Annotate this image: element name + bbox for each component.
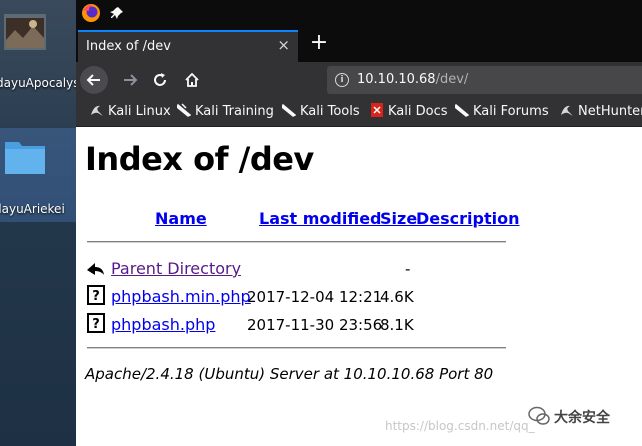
column-header-last-modified[interactable]: Last modified (259, 209, 382, 228)
info-icon[interactable]: i (335, 73, 349, 87)
bookmark-kali-training[interactable]: Kali Training (177, 103, 274, 119)
file-modified: 2017-11-30 23:56 (247, 316, 383, 334)
close-tab-icon[interactable]: × (277, 36, 290, 54)
server-signature: Apache/2.4.18 (Ubuntu) Server at 10.10.1… (85, 365, 494, 383)
desktop-item-label: dayuApocalyst (0, 76, 85, 90)
watermark-url: https://blog.csdn.net/qq_ (385, 419, 535, 433)
url-bar[interactable]: i 10.10.10.68/dev/ (327, 66, 642, 94)
title-bar (76, 0, 642, 26)
reload-button[interactable] (146, 66, 174, 94)
desktop: dayuApocalyst dayuAriekei (0, 0, 84, 446)
folder-icon (5, 142, 45, 174)
file-size: 8.1K (380, 316, 414, 334)
docs-icon (371, 103, 383, 117)
file-link[interactable]: phpbash.php (111, 315, 215, 334)
page-title: Index of /dev (85, 140, 314, 178)
forward-button[interactable] (116, 66, 144, 94)
bookmark-label: Kali Docs (388, 104, 448, 119)
new-tab-button[interactable]: + (306, 30, 332, 58)
tab-title: Index of /dev (86, 39, 171, 54)
bookmarks-toolbar: Kali Linux Kali Training Kali Tools Kali… (76, 98, 642, 127)
url-text: 10.10.10.68/dev/ (357, 72, 468, 87)
kali-dragon-icon (282, 103, 296, 117)
bookmark-kali-docs[interactable]: Kali Docs (370, 103, 448, 119)
bookmark-label: Kali Tools (300, 104, 360, 119)
divider (87, 241, 506, 243)
bookmark-kali-tools[interactable]: Kali Tools (282, 103, 360, 119)
column-header-description[interactable]: Description (416, 209, 519, 228)
parent-size: - (405, 260, 411, 278)
url-path: /dev/ (435, 72, 469, 87)
bookmark-label: Kali Linux (108, 104, 171, 119)
desktop-item-ariekei[interactable]: dayuAriekei (0, 128, 76, 222)
folder-image-icon (4, 14, 46, 50)
tab-active[interactable]: Index of /dev × (78, 30, 298, 62)
nav-bar: i 10.10.10.68/dev/ (76, 62, 642, 98)
unknown-file-icon: ? (87, 285, 105, 305)
bookmark-kali-forums[interactable]: Kali Forums (455, 103, 549, 119)
kali-dragon-icon (177, 103, 191, 117)
column-header-name[interactable]: Name (155, 209, 207, 228)
bookmark-kali-linux[interactable]: Kali Linux (90, 103, 171, 119)
bookmark-label: Kali Forums (473, 104, 549, 119)
parent-directory-link[interactable]: Parent Directory (111, 259, 241, 278)
divider (87, 347, 506, 349)
back-button[interactable] (80, 66, 108, 94)
page-content: Index of /dev Name Last modified Size De… (76, 127, 642, 446)
browser-window: Index of /dev × + i 10.10.10.68/dev/ Kal… (76, 0, 642, 446)
file-link[interactable]: phpbash.min.php (111, 287, 251, 306)
url-host: 10.10.10.68 (357, 72, 436, 87)
desktop-item-apocalyst[interactable]: dayuApocalyst (0, 0, 84, 100)
file-size: 4.6K (380, 288, 414, 306)
firefox-icon (82, 4, 100, 22)
watermark-badge: 大余安全 (554, 410, 610, 426)
arrow-right-icon (124, 74, 138, 86)
kali-dragon-icon (561, 105, 573, 116)
arrow-left-icon (86, 74, 100, 86)
bookmark-label: NetHunter (578, 104, 642, 119)
unknown-file-icon: ? (87, 313, 105, 333)
column-header-size[interactable]: Size (380, 209, 417, 228)
kali-dragon-icon (455, 103, 469, 117)
bookmark-label: Kali Training (195, 104, 274, 119)
home-icon (185, 72, 199, 87)
desktop-item-label: dayuAriekei (0, 202, 65, 216)
kali-dragon-icon (91, 105, 103, 116)
back-arrow-icon (87, 263, 104, 275)
wechat-logo-icon (528, 406, 550, 425)
bookmark-nethunter[interactable]: NetHunter (560, 103, 642, 119)
reload-icon (154, 73, 166, 86)
svg-text:?: ? (92, 317, 100, 332)
pin-icon[interactable] (110, 6, 124, 20)
svg-text:?: ? (92, 289, 100, 304)
home-button[interactable] (178, 66, 206, 94)
file-modified: 2017-12-04 12:21 (247, 288, 383, 306)
